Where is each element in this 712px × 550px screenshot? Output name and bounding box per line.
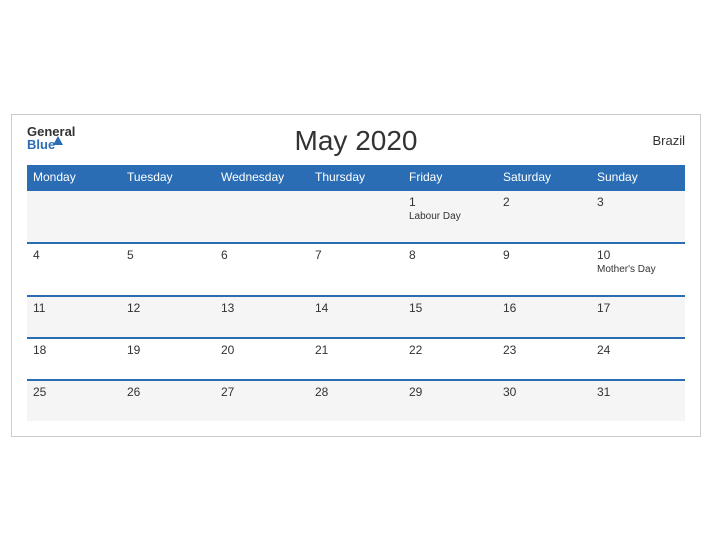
calendar-cell: 19 [121, 338, 215, 380]
day-number: 22 [409, 343, 491, 357]
day-number: 14 [315, 301, 397, 315]
calendar-cell: 25 [27, 380, 121, 421]
weekday-header-tuesday: Tuesday [121, 165, 215, 190]
day-number: 12 [127, 301, 209, 315]
day-number: 13 [221, 301, 303, 315]
calendar-cell [27, 190, 121, 243]
calendar-cell [121, 190, 215, 243]
calendar-cell: 9 [497, 243, 591, 296]
calendar-title: May 2020 [295, 125, 418, 157]
day-number: 27 [221, 385, 303, 399]
week-row-4: 18 19 20 21 22 23 24 [27, 338, 685, 380]
calendar-cell: 2 [497, 190, 591, 243]
day-number: 8 [409, 248, 491, 262]
day-number: 25 [33, 385, 115, 399]
day-number: 6 [221, 248, 303, 262]
day-number: 2 [503, 195, 585, 209]
day-number: 16 [503, 301, 585, 315]
calendar-cell: 6 [215, 243, 309, 296]
logo-triangle-icon [53, 136, 63, 145]
calendar-cell: 7 [309, 243, 403, 296]
day-number: 10 [597, 248, 679, 262]
day-number: 31 [597, 385, 679, 399]
day-number: 18 [33, 343, 115, 357]
calendar-cell: 4 [27, 243, 121, 296]
day-event: Labour Day [409, 211, 491, 222]
weekday-header-sunday: Sunday [591, 165, 685, 190]
day-number: 9 [503, 248, 585, 262]
day-event: Mother's Day [597, 264, 679, 275]
calendar-container: General Blue May 2020 Brazil MondayTuesd… [11, 114, 701, 437]
day-number: 1 [409, 195, 491, 209]
calendar-cell: 18 [27, 338, 121, 380]
day-number: 29 [409, 385, 491, 399]
day-number: 5 [127, 248, 209, 262]
weekday-header-saturday: Saturday [497, 165, 591, 190]
day-number: 17 [597, 301, 679, 315]
week-row-2: 456789 10 Mother's Day [27, 243, 685, 296]
calendar-cell: 26 [121, 380, 215, 421]
calendar-cell [215, 190, 309, 243]
calendar-cell: 21 [309, 338, 403, 380]
logo-blue-text: Blue [27, 138, 55, 151]
week-row-1: 1 Labour Day 23 [27, 190, 685, 243]
calendar-cell: 10 Mother's Day [591, 243, 685, 296]
day-number: 20 [221, 343, 303, 357]
weekday-header-monday: Monday [27, 165, 121, 190]
day-number: 3 [597, 195, 679, 209]
logo: General Blue [27, 125, 75, 151]
calendar-cell: 13 [215, 296, 309, 338]
logo-general-text: General [27, 125, 75, 138]
calendar-cell: 3 [591, 190, 685, 243]
day-number: 30 [503, 385, 585, 399]
day-number: 19 [127, 343, 209, 357]
day-number: 28 [315, 385, 397, 399]
weekday-header-row: MondayTuesdayWednesdayThursdayFridaySatu… [27, 165, 685, 190]
week-row-5: 25 26 27 28 29 30 31 [27, 380, 685, 421]
calendar-header: General Blue May 2020 Brazil [27, 125, 685, 157]
calendar-cell: 31 [591, 380, 685, 421]
day-number: 7 [315, 248, 397, 262]
calendar-cell: 1 Labour Day [403, 190, 497, 243]
calendar-cell: 17 [591, 296, 685, 338]
calendar-cell: 11 [27, 296, 121, 338]
day-number: 4 [33, 248, 115, 262]
day-number: 26 [127, 385, 209, 399]
calendar-cell: 14 [309, 296, 403, 338]
day-number: 24 [597, 343, 679, 357]
calendar-cell: 29 [403, 380, 497, 421]
calendar-cell: 30 [497, 380, 591, 421]
calendar-cell: 15 [403, 296, 497, 338]
calendar-cell: 8 [403, 243, 497, 296]
calendar-thead: MondayTuesdayWednesdayThursdayFridaySatu… [27, 165, 685, 190]
calendar-cell: 22 [403, 338, 497, 380]
calendar-cell: 28 [309, 380, 403, 421]
calendar-cell: 5 [121, 243, 215, 296]
country-label: Brazil [652, 133, 685, 148]
day-number: 11 [33, 301, 115, 315]
weekday-header-thursday: Thursday [309, 165, 403, 190]
week-row-3: 11 12 13 14 15 16 17 [27, 296, 685, 338]
weekday-header-wednesday: Wednesday [215, 165, 309, 190]
calendar-body: 1Labour Day2345678910Mother's Day1112131… [27, 190, 685, 421]
calendar-grid: MondayTuesdayWednesdayThursdayFridaySatu… [27, 165, 685, 421]
day-number: 15 [409, 301, 491, 315]
calendar-cell: 24 [591, 338, 685, 380]
calendar-cell: 16 [497, 296, 591, 338]
calendar-cell: 12 [121, 296, 215, 338]
calendar-cell [309, 190, 403, 243]
calendar-cell: 20 [215, 338, 309, 380]
weekday-header-friday: Friday [403, 165, 497, 190]
calendar-cell: 23 [497, 338, 591, 380]
calendar-cell: 27 [215, 380, 309, 421]
day-number: 21 [315, 343, 397, 357]
day-number: 23 [503, 343, 585, 357]
